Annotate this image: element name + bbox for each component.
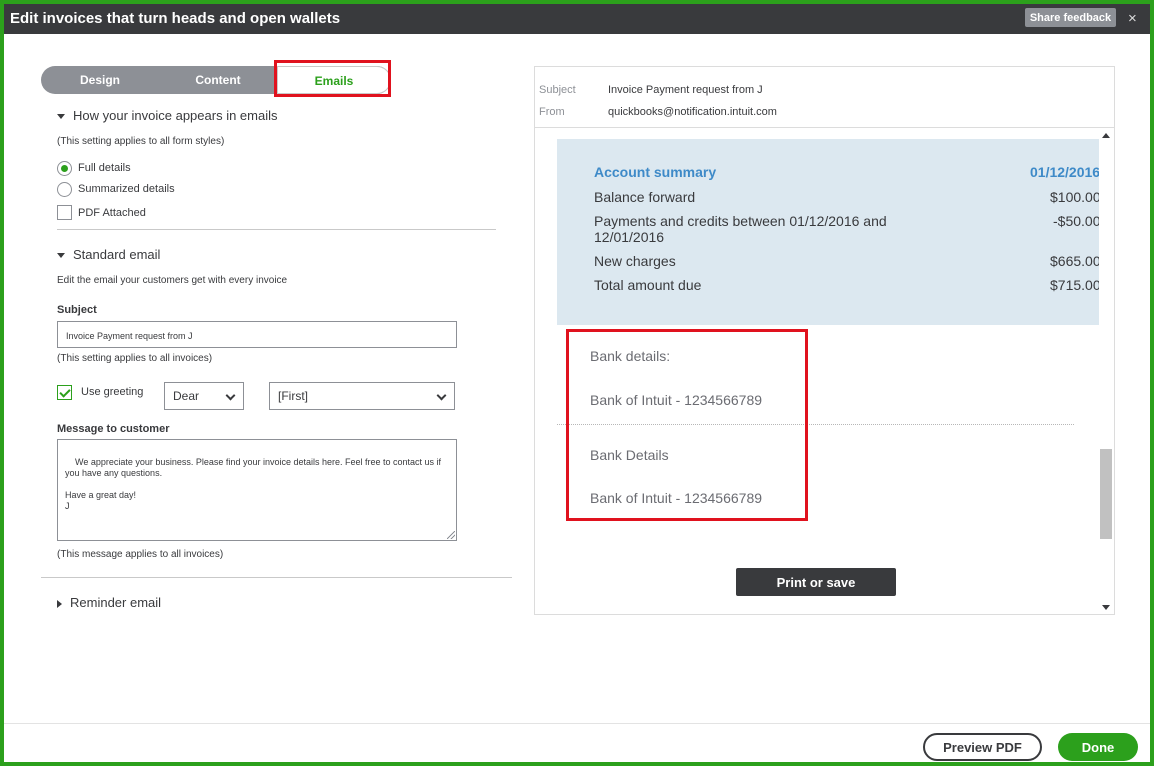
pdf-attached-label: PDF Attached: [78, 207, 146, 219]
account-summary-date: 01/12/2016: [1030, 164, 1099, 180]
tab-content[interactable]: Content: [159, 66, 277, 94]
greeting-name-select[interactable]: [First]: [269, 382, 455, 410]
summary-row-label: Payments and credits between 01/12/2016 …: [594, 213, 887, 245]
preview-subject-label: Subject: [539, 84, 576, 96]
footer-divider: [4, 723, 1150, 724]
caret-down-icon: [57, 114, 65, 120]
message-note: (This message applies to all invoices): [57, 549, 224, 560]
caret-down-icon: [57, 253, 65, 259]
greeting-salutation-select[interactable]: Dear: [164, 382, 244, 410]
scrollbar-thumb[interactable]: [1100, 449, 1112, 539]
preview-pdf-button[interactable]: Preview PDF: [923, 733, 1042, 761]
caret-right-icon: [57, 599, 62, 608]
use-greeting-checkbox[interactable]: [57, 385, 72, 400]
summary-row-amount: $665.00: [1050, 253, 1099, 269]
subject-input[interactable]: Invoice Payment request from J: [57, 321, 457, 348]
pdf-attached-checkbox[interactable]: [57, 205, 72, 220]
bank-details-highlight: [566, 329, 808, 521]
summary-row-label: Total amount due: [594, 277, 702, 293]
tab-design[interactable]: Design: [41, 66, 159, 94]
editor-window: Edit invoices that turn heads and open w…: [4, 4, 1150, 762]
full-details-label: Full details: [78, 162, 131, 174]
reminder-email-section-toggle[interactable]: Reminder email: [57, 595, 161, 610]
scroll-up-icon[interactable]: [1102, 133, 1110, 138]
message-text: We appreciate your business. Please find…: [65, 457, 442, 511]
print-or-save-button[interactable]: Print or save: [736, 568, 896, 596]
message-textarea[interactable]: We appreciate your business. Please find…: [57, 439, 457, 541]
summary-row-label: Balance forward: [594, 189, 696, 205]
appearance-note: (This setting applies to all form styles…: [57, 136, 225, 147]
summary-row-amount: -$50.00: [1053, 213, 1099, 229]
done-button[interactable]: Done: [1058, 733, 1138, 761]
scroll-down-icon[interactable]: [1102, 605, 1110, 610]
preview-from-label: From: [539, 106, 565, 118]
emails-tab-highlight: [274, 60, 391, 97]
share-feedback-button[interactable]: Share feedback: [1025, 8, 1116, 27]
standard-email-heading: Standard email: [73, 247, 161, 262]
preview-subject-value: Invoice Payment request from J: [608, 84, 763, 96]
greeting-name-value: [First]: [278, 389, 308, 403]
chevron-down-icon: [436, 390, 447, 401]
reminder-email-heading: Reminder email: [70, 595, 162, 610]
standard-email-description: Edit the email your customers get with e…: [57, 275, 288, 286]
chevron-down-icon: [225, 390, 236, 401]
standard-email-section-toggle[interactable]: Standard email: [57, 247, 160, 262]
subject-note: (This setting applies to all invoices): [57, 353, 213, 364]
resize-handle-icon[interactable]: [447, 531, 455, 539]
summary-row-amount: $100.00: [1050, 189, 1099, 205]
summarized-details-radio[interactable]: [57, 182, 72, 197]
preview-header-divider: [535, 127, 1114, 128]
title-bar: Edit invoices that turn heads and open w…: [4, 4, 1150, 34]
appearance-heading: How your invoice appears in emails: [73, 108, 278, 123]
summary-row-label: New charges: [594, 253, 676, 269]
close-icon[interactable]: ×: [1128, 10, 1137, 27]
use-greeting-label: Use greeting: [81, 386, 144, 398]
summarized-details-label: Summarized details: [78, 183, 175, 195]
window-title: Edit invoices that turn heads and open w…: [10, 10, 341, 27]
account-summary-title: Account summary: [594, 164, 717, 180]
subject-label: Subject: [57, 304, 97, 316]
appearance-section-toggle[interactable]: How your invoice appears in emails: [57, 108, 277, 123]
preview-scrollbar[interactable]: [1098, 129, 1114, 615]
full-details-radio[interactable]: [57, 161, 72, 176]
summary-row-amount: $715.00: [1050, 277, 1099, 293]
section-divider: [41, 577, 512, 578]
section-divider: [57, 229, 496, 230]
account-summary-box: Account summary 01/12/2016 Balance forwa…: [557, 139, 1099, 325]
message-label: Message to customer: [57, 423, 170, 435]
preview-from-value: quickbooks@notification.intuit.com: [608, 106, 777, 118]
greeting-salutation-value: Dear: [173, 389, 200, 403]
